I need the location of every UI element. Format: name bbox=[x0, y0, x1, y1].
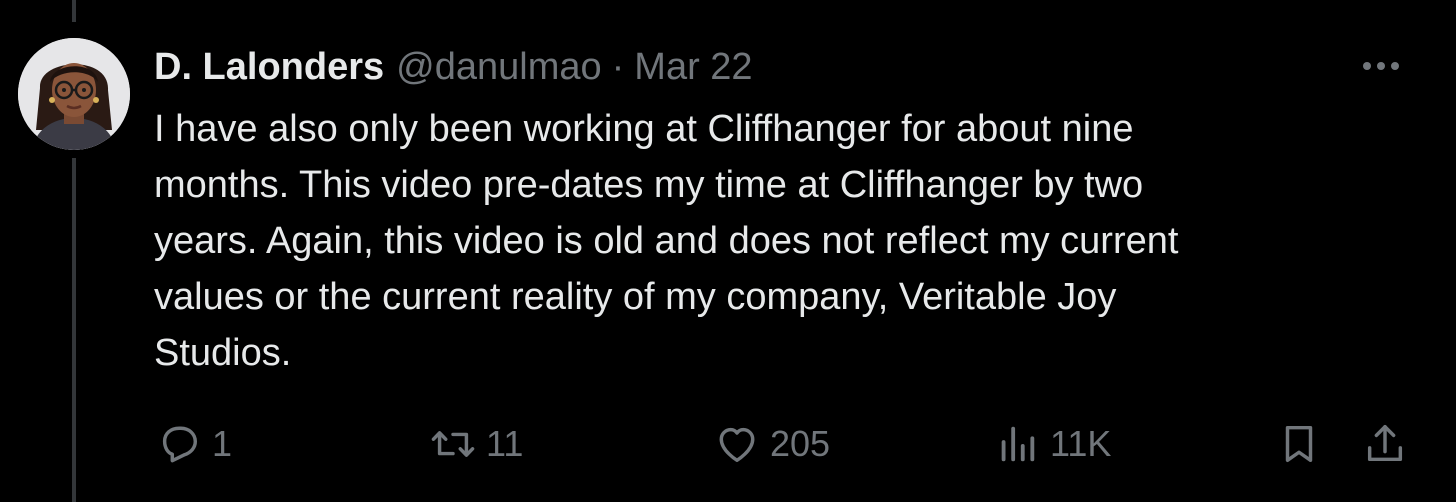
like-count: 205 bbox=[770, 423, 831, 464]
reply-icon bbox=[162, 426, 198, 463]
views-icon bbox=[1001, 426, 1035, 462]
action-bar: 1 11 205 11K bbox=[0, 416, 1456, 472]
thread-line-top bbox=[72, 0, 76, 22]
reply-button[interactable]: 1 bbox=[156, 416, 232, 472]
retweet-button[interactable]: 11 bbox=[430, 416, 523, 472]
bookmark-icon bbox=[1285, 425, 1313, 463]
header-separator: · bbox=[611, 46, 625, 88]
avatar-illustration-icon bbox=[18, 38, 130, 150]
views-count: 11K bbox=[1050, 423, 1112, 464]
user-handle[interactable]: @danulmao bbox=[396, 42, 601, 92]
retweet-count: 11 bbox=[486, 423, 524, 464]
display-name[interactable]: D. Lalonders bbox=[154, 42, 384, 92]
avatar[interactable] bbox=[18, 38, 130, 150]
share-button[interactable] bbox=[1362, 416, 1408, 472]
reply-count: 1 bbox=[212, 423, 233, 464]
share-icon bbox=[1367, 425, 1403, 462]
tweet-text: I have also only been working at Cliffha… bbox=[154, 108, 1179, 374]
more-button[interactable] bbox=[1356, 46, 1406, 86]
like-button[interactable]: 205 bbox=[714, 416, 830, 472]
tweet-header: D. Lalonders @danulmao · Mar 22 bbox=[154, 42, 753, 92]
bookmark-button[interactable] bbox=[1276, 416, 1322, 472]
heart-icon bbox=[719, 427, 755, 463]
more-icon bbox=[1363, 62, 1399, 70]
views-button[interactable]: 11K bbox=[994, 416, 1111, 472]
tweet-date[interactable]: Mar 22 bbox=[634, 42, 752, 92]
retweet-icon bbox=[431, 431, 475, 457]
